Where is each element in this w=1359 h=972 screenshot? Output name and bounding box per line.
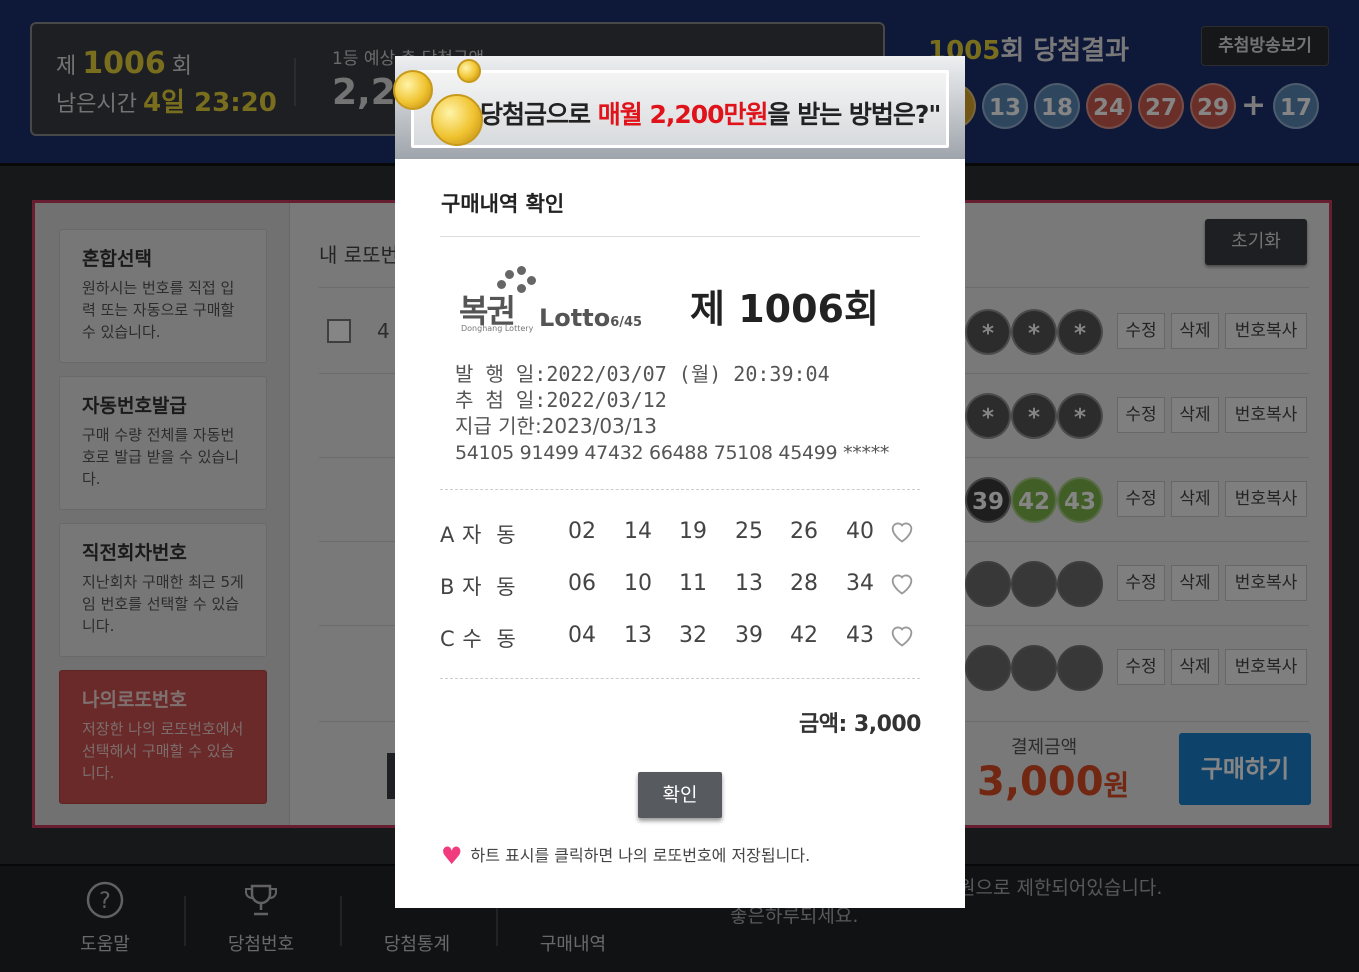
game-label: A 자 동 [440, 523, 517, 547]
game-number: 26 [790, 519, 818, 544]
divider [440, 678, 920, 679]
draw-round-title: 제 1006회 [690, 287, 879, 331]
game-number: 40 [846, 519, 874, 544]
modal-title: 구매내역 확인 [441, 192, 565, 216]
game-number: 34 [846, 571, 874, 596]
draw-date: 추 첨 일:2022/03/12 [455, 388, 667, 412]
game-number: 39 [735, 623, 763, 648]
confirm-button[interactable]: 확인 [638, 772, 722, 818]
game-number: 43 [846, 623, 874, 648]
purchase-confirm-modal: "당첨금으로 매월 2,200만원을 받는 방법은?" 구매내역 확인 복권 L… [393, 56, 965, 908]
game-number: 06 [568, 571, 596, 596]
logo-lotto: Lotto6/45 [539, 304, 643, 332]
game-number: 04 [568, 623, 596, 648]
game-number: 13 [735, 571, 763, 596]
total-amount: 금액: 3,000 [798, 712, 922, 737]
promo-banner[interactable]: "당첨금으로 매월 2,200만원을 받는 방법은?" [393, 56, 965, 159]
game-number: 13 [624, 623, 652, 648]
game-number: 14 [624, 519, 652, 544]
game-number: 10 [624, 571, 652, 596]
lotto-logo: 복권 Lotto6/45 Donghang Lottery [457, 266, 647, 336]
coin-icon [393, 70, 433, 110]
payment-deadline: 지급 기한:2023/03/13 [455, 414, 657, 438]
heart-filled-icon: ♥ [441, 842, 463, 870]
coin-icon [457, 59, 481, 83]
heart-icon[interactable] [888, 569, 916, 597]
logo-dot [505, 270, 514, 279]
divider [440, 489, 920, 490]
game-label: B 자 동 [440, 575, 517, 599]
game-number: 28 [790, 571, 818, 596]
divider [440, 236, 920, 237]
heart-icon[interactable] [888, 517, 916, 545]
game-number: 32 [679, 623, 707, 648]
game-number: 11 [679, 571, 707, 596]
game-label: C 수 동 [440, 627, 517, 651]
coin-icon [431, 94, 483, 146]
game-number: 19 [679, 519, 707, 544]
banner-text: "당첨금으로 매월 2,200만원을 받는 방법은?" [468, 100, 941, 129]
hint-text: ♥ 하트 표시를 클릭하면 나의 로또번호에 저장됩니다. [441, 842, 811, 870]
banner-frame: "당첨금으로 매월 2,200만원을 받는 방법은?" [411, 70, 949, 148]
logo-dot [517, 284, 526, 293]
game-row-b: B 자 동 06 10 11 13 28 34 [440, 565, 920, 605]
logo-dot [517, 266, 526, 275]
logo-dot [527, 276, 536, 285]
logo-subtext: Donghang Lottery [461, 324, 534, 333]
ticket-serial: 54105 91499 47432 66488 75108 45499 ****… [455, 442, 890, 464]
game-number: 25 [735, 519, 763, 544]
game-row-a: A 자 동 02 14 19 25 26 40 [440, 513, 920, 553]
issue-date: 발 행 일:2022/03/07 (월) 20:39:04 [455, 362, 830, 386]
heart-icon[interactable] [888, 621, 916, 649]
game-number: 02 [568, 519, 596, 544]
game-row-c: C 수 동 04 13 32 39 42 43 [440, 617, 920, 657]
game-number: 42 [790, 623, 818, 648]
